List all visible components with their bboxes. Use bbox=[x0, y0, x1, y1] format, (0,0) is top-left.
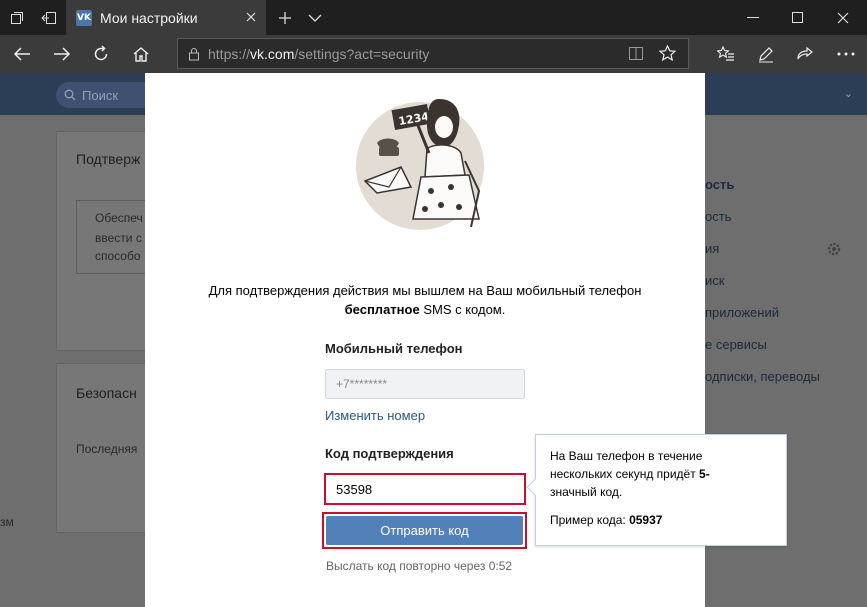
tooltip-line-2: нескольких секунд придёт 5- bbox=[550, 467, 710, 481]
bg-menu-item-4: иск bbox=[705, 273, 725, 288]
address-bar[interactable]: https://vk.com/settings?act=security bbox=[177, 38, 689, 69]
resend-countdown: Выслать код повторно через 0:52 bbox=[326, 559, 513, 573]
bg-menu-item-1: ость bbox=[705, 177, 735, 192]
browser-toolbar: https://vk.com/settings?act=security bbox=[0, 35, 867, 73]
bg-menu-item-6: е сервисы bbox=[705, 337, 767, 352]
tooltip-line-1: На Ваш телефон в течение bbox=[550, 449, 703, 463]
tab-bar: VK Мои настройки bbox=[0, 0, 867, 35]
bg-left-edge-text: зм bbox=[0, 515, 14, 529]
bg-card2-title: Безопасн bbox=[76, 385, 137, 401]
search-icon bbox=[64, 89, 76, 101]
pen-note-icon[interactable] bbox=[746, 35, 786, 73]
phone-label: Мобильный телефон bbox=[325, 341, 463, 356]
refresh-icon[interactable] bbox=[81, 35, 121, 73]
more-menu-icon[interactable] bbox=[826, 35, 866, 73]
page-viewport: Поиск ⌄ Подтверж Обеспеч ввести с способ… bbox=[0, 73, 867, 607]
tab-actions-icon[interactable] bbox=[0, 0, 34, 35]
confirmation-code-input[interactable]: 53598 bbox=[324, 473, 526, 505]
active-tab[interactable]: VK Мои настройки bbox=[66, 0, 266, 35]
bg-menu-item-5: приложений bbox=[705, 305, 779, 320]
woman-phone-illustration: 1234 bbox=[356, 99, 484, 230]
bg-menu-item-7: одписки, переводы bbox=[705, 369, 820, 384]
back-arrow-icon[interactable] bbox=[2, 35, 42, 73]
tab-title: Мои настройки bbox=[100, 9, 198, 26]
window-close-icon[interactable] bbox=[820, 0, 865, 35]
url-text: https://vk.com/settings?act=security bbox=[208, 45, 430, 62]
tooltip-example: Пример кода: 05937 bbox=[550, 513, 663, 527]
bg-card-title: Подтверж bbox=[76, 151, 141, 167]
sms-message: Для подтверждения действия мы вышлем на … bbox=[208, 283, 642, 317]
code-label: Код подтверждения bbox=[325, 446, 454, 461]
bg-menu-item-3: ия bbox=[705, 241, 720, 256]
maximize-icon[interactable] bbox=[775, 0, 820, 35]
search-placeholder: Поиск bbox=[82, 87, 119, 103]
send-code-button[interactable]: Отправить код bbox=[326, 516, 523, 545]
favorite-star-icon[interactable] bbox=[659, 45, 676, 62]
reading-view-icon[interactable] bbox=[628, 46, 644, 61]
change-number-link[interactable]: Изменить номер bbox=[325, 408, 425, 423]
minimize-icon[interactable] bbox=[730, 0, 775, 35]
tab-list-chevron-icon[interactable] bbox=[298, 0, 332, 35]
vk-favicon-icon: VK bbox=[76, 9, 92, 26]
new-tab-icon[interactable] bbox=[268, 0, 302, 35]
phone-field: +7******** bbox=[325, 369, 525, 399]
set-tabs-aside-icon[interactable] bbox=[32, 0, 66, 35]
lock-icon bbox=[188, 47, 200, 61]
tab-close-icon[interactable] bbox=[242, 8, 260, 26]
tooltip-line-3: значный код. bbox=[550, 485, 623, 499]
bg-menu-item-2: ость bbox=[705, 209, 732, 224]
bg-card2-text: Последняя bbox=[76, 442, 138, 456]
share-icon[interactable] bbox=[785, 35, 825, 73]
bg-line-3: способо bbox=[95, 249, 141, 263]
gear-icon bbox=[826, 241, 842, 260]
send-button-highlight: Отправить код bbox=[322, 512, 527, 549]
code-hint-tooltip: На Ваш телефон в течение нескольких секу… bbox=[526, 434, 787, 546]
favorites-hub-icon[interactable] bbox=[706, 35, 746, 73]
bg-line-1: Обеспеч bbox=[95, 211, 143, 225]
profile-chevron-icon[interactable]: ⌄ bbox=[844, 87, 853, 100]
home-icon[interactable] bbox=[121, 35, 161, 73]
forward-arrow-icon[interactable] bbox=[42, 35, 82, 73]
bg-line-2: ввести с bbox=[95, 231, 142, 245]
